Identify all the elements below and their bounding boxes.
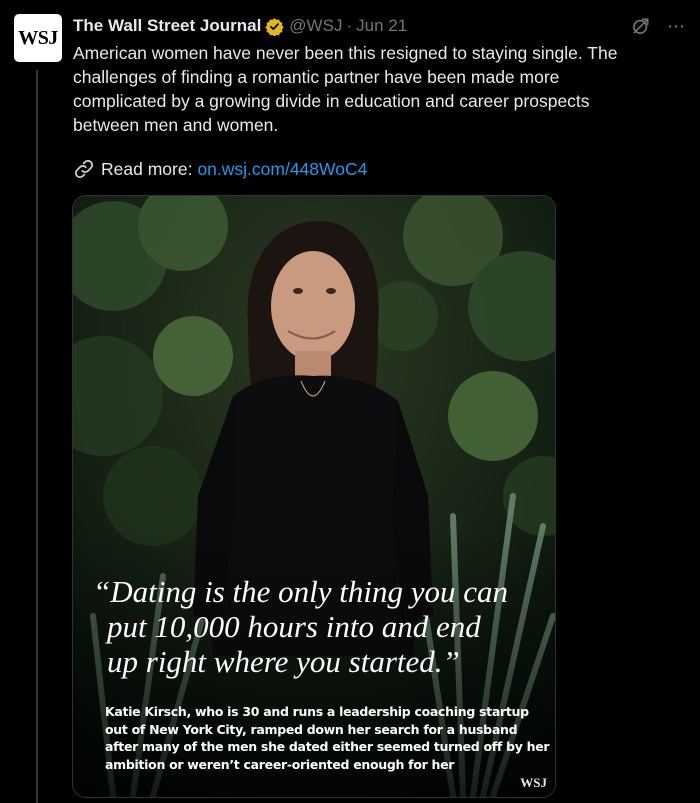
tweet-date[interactable]: Jun 21 — [356, 16, 407, 36]
quote-line: up right where you started.” — [107, 644, 460, 679]
grok-icon[interactable] — [631, 16, 651, 36]
thread-line — [36, 70, 38, 803]
more-options-icon[interactable]: ⋯ — [667, 17, 686, 35]
caption-line: out of New York City, ramped down her se… — [105, 721, 518, 737]
caption-line: ambition or weren’t career-oriented enou… — [105, 756, 455, 772]
caption-line: after many of the men she dated either s… — [105, 739, 550, 754]
photo-caption: Katie Kirsch, who is 30 and runs a leade… — [105, 703, 550, 773]
tweet-media-image[interactable]: “Dating is the only thing you can put 10… — [72, 195, 556, 798]
caption-line: Katie Kirsch, who is 30 and runs a leade… — [105, 704, 529, 719]
quote-line: “Dating is the only thing you can — [93, 574, 509, 609]
tweet-text: American women have never been this resi… — [73, 43, 618, 135]
link-icon — [74, 159, 94, 179]
separator-dot: · — [346, 16, 353, 35]
avatar[interactable]: WSJ — [14, 14, 62, 62]
quote-line: put 10,000 hours into and end — [107, 609, 481, 644]
author-name[interactable]: The Wall Street Journal — [73, 16, 261, 36]
read-more-label: Read more: — [101, 158, 193, 179]
author-handle[interactable]: @WSJ — [289, 16, 342, 36]
tweet-header: The Wall Street Journal @WSJ · Jun 21 ⋯ — [73, 15, 686, 37]
pull-quote: “Dating is the only thing you can put 10… — [73, 574, 555, 679]
read-more-link[interactable]: on.wsj.com/448WoC4 — [197, 159, 367, 180]
verified-badge-icon[interactable] — [265, 17, 284, 36]
read-more-row: Read more: on.wsj.com/448WoC4 — [73, 158, 367, 180]
wsj-watermark: WSJ — [520, 775, 547, 790]
